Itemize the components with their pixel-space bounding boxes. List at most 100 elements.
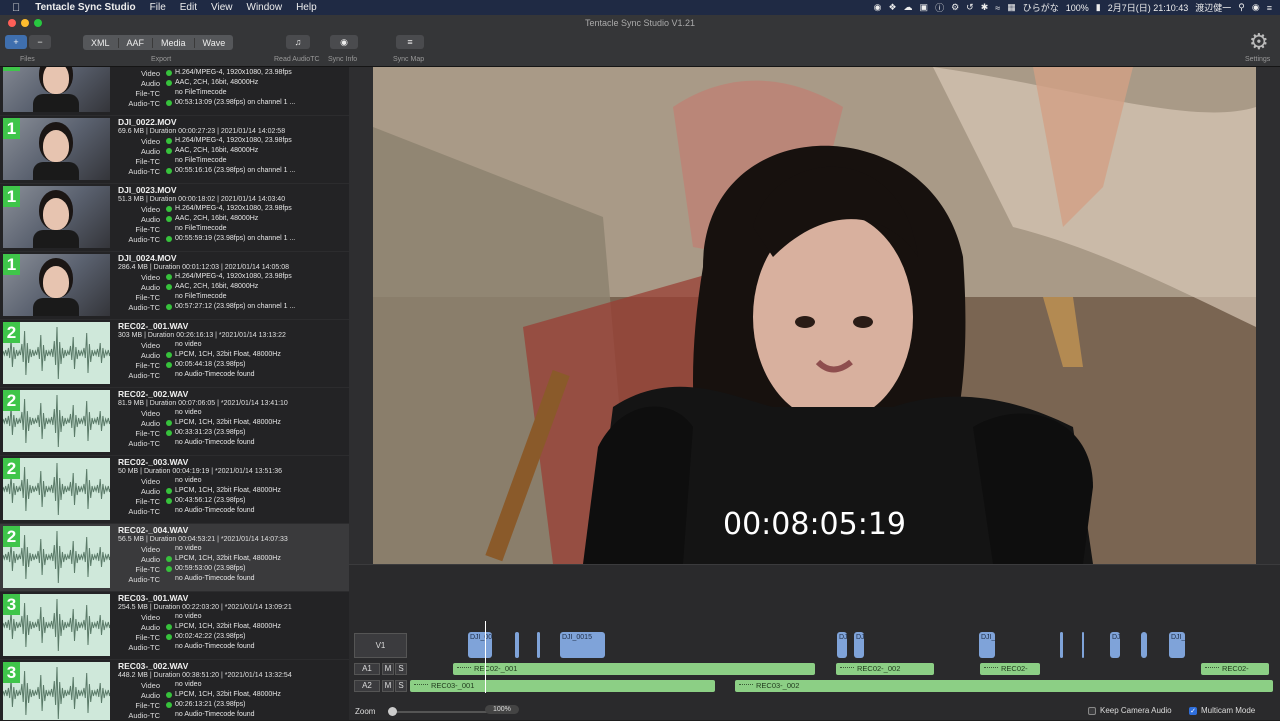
dropbox-icon[interactable]: ❖ (888, 2, 896, 13)
playhead[interactable] (485, 621, 486, 693)
audio-clip[interactable]: REC02- (980, 663, 1040, 675)
multicam-mode-checkbox[interactable]: ✓ Multicam Mode (1189, 706, 1255, 715)
menu-view[interactable]: View (204, 2, 240, 13)
file-field-text: 00:05:44:18 (23.98fps) (175, 361, 246, 368)
app-status-icon[interactable]: ▣ (920, 2, 929, 13)
file-field-text: no Audio-Timecode found (175, 507, 255, 514)
file-field-text: LPCM, 1CH, 32bit Float, 48000Hz (175, 351, 281, 358)
file-field-value: H.264/MPEG-4, 1920x1080, 23.98fps (166, 69, 292, 76)
audio-clip[interactable]: REC03-_001 (410, 680, 715, 692)
read-audio-tc-button[interactable]: ♫ (286, 35, 310, 49)
info-icon[interactable]: ⓘ (935, 1, 944, 14)
settings-label: Settings (1245, 56, 1271, 63)
file-field-label: Video (140, 545, 160, 554)
video-clip[interactable]: DJ (854, 632, 864, 658)
file-list-item[interactable]: 1 DJI_0022.MOV 69.6 MB | Duration 00:00:27… (0, 116, 349, 184)
file-field-label: Audio (140, 147, 160, 156)
track-a2-solo-button[interactable]: S (395, 680, 407, 692)
clock[interactable]: 2月7日(日) 21:10:43 (1108, 1, 1189, 14)
app-menu[interactable]: Tentacle Sync Studio (28, 2, 142, 13)
spotlight-icon[interactable]: ⚲ (1238, 2, 1245, 13)
file-list-item[interactable]: 1 DJI_0023.MOV 51.3 MB | Duration 00:00:18… (0, 184, 349, 252)
video-clip[interactable] (1060, 632, 1063, 658)
remove-files-button[interactable]: − (29, 35, 51, 49)
export-aaf-button[interactable]: AAF (119, 37, 154, 48)
video-clip[interactable]: DJI_0 (1169, 632, 1185, 658)
track-a1-solo-button[interactable]: S (395, 663, 407, 675)
track-a2-mute-button[interactable]: M (382, 680, 394, 692)
file-name: REC02-_001.WAV (118, 321, 189, 331)
track-a1-label[interactable]: A1 (354, 663, 380, 675)
file-list-item[interactable]: 2 REC02-_001.WAV 303 MB | Duration 00:26:1… (0, 320, 349, 388)
user-name[interactable]: 渡辺健一 (1195, 1, 1231, 14)
video-clip[interactable] (1141, 632, 1147, 658)
video-clip[interactable] (537, 632, 540, 658)
siri-icon[interactable]: ◉ (1252, 2, 1260, 13)
timeline: V1 A1 M S A2 M S DJI_0011 DJI_0015 DJ DJ… (349, 564, 1280, 720)
file-field-value: LPCM, 1CH, 32bit Float, 48000Hz (166, 419, 281, 426)
file-field-value: 00:33:31:23 (23.98fps) (166, 429, 245, 436)
file-list-item[interactable]: 1 DJI_0024.MOV 286.4 MB | Duration 00:01:1… (0, 252, 349, 320)
track-a1-mute-button[interactable]: M (382, 663, 394, 675)
creative-cloud-icon[interactable]: ◉ (874, 2, 882, 13)
track-v1-label[interactable]: V1 (354, 633, 407, 658)
file-list-item[interactable]: 2 REC02-_004.WAV 56.5 MB | Duration 00:04:… (0, 524, 349, 592)
file-list: 1 Video H.264/MPEG-4, 1920x1080, 23.98fps A… (0, 67, 349, 720)
file-field-label: File-TC (135, 361, 160, 370)
video-clip[interactable]: DJI_0015 (560, 632, 605, 658)
waveform-icon (840, 667, 854, 671)
menu-edit[interactable]: Edit (173, 2, 204, 13)
sync-map-button[interactable]: ≡ (396, 35, 424, 49)
group-badge: 2 (3, 458, 20, 479)
file-field-label: Video (140, 477, 160, 486)
audio-clip[interactable]: REC02-_001 (453, 663, 815, 675)
menu-window[interactable]: Window (240, 2, 290, 13)
file-field-value: no Audio-Timecode found (166, 575, 255, 582)
export-media-button[interactable]: Media (153, 37, 195, 48)
cloud-icon[interactable]: ☁ (904, 2, 913, 13)
file-name: REC02-_004.WAV (118, 525, 189, 535)
gear-status-icon[interactable]: ⚙ (951, 2, 959, 13)
keep-camera-audio-checkbox[interactable]: Keep Camera Audio (1088, 706, 1172, 715)
file-field-label: Audio-TC (128, 711, 160, 720)
audio-clip[interactable]: REC02- (1201, 663, 1269, 675)
track-a2-label[interactable]: A2 (354, 680, 380, 692)
file-list-item[interactable]: 2 REC02-_002.WAV 81.9 MB | Duration 00:07:… (0, 388, 349, 456)
bluetooth-icon[interactable]: ✱ (981, 2, 989, 13)
time-machine-icon[interactable]: ↺ (966, 2, 974, 13)
sync-info-button[interactable]: ◉ (330, 35, 358, 49)
video-clip[interactable]: DJI_0 (979, 632, 995, 658)
waveform-icon (984, 667, 998, 671)
add-files-button[interactable]: + (5, 35, 27, 49)
wifi-icon[interactable]: ≈ (995, 3, 1000, 13)
menu-file[interactable]: File (143, 2, 173, 13)
audio-waveform-thumbnail: 2 (3, 458, 110, 520)
video-clip[interactable]: DJI_0011 (468, 632, 492, 658)
video-clip[interactable]: DJ (1110, 632, 1120, 658)
file-field-value: 00:43:56:12 (23.98fps) (166, 497, 245, 504)
audio-clip[interactable]: REC03-_002 (735, 680, 1273, 692)
menu-help[interactable]: Help (289, 2, 324, 13)
file-field-value: AAC, 2CH, 16bit, 48000Hz (166, 147, 258, 154)
export-wave-button[interactable]: Wave (195, 38, 234, 48)
file-list-item[interactable]: 2 REC02-_003.WAV 50 MB | Duration 00:04:19… (0, 456, 349, 524)
ime-label[interactable]: ひらがな (1023, 1, 1059, 14)
audio-clip[interactable]: REC02-_002 (836, 663, 934, 675)
zoom-slider-track[interactable] (388, 707, 489, 716)
file-list-item[interactable]: 1 Video H.264/MPEG-4, 1920x1080, 23.98fps A… (0, 67, 349, 116)
zoom-slider-knob[interactable] (388, 707, 397, 716)
ime-icon[interactable]: ▦ (1007, 2, 1016, 13)
export-label: Export (151, 56, 172, 63)
apple-menu-icon[interactable]:  (0, 2, 28, 14)
battery-percent[interactable]: 100% (1066, 3, 1089, 13)
export-xml-button[interactable]: XML (83, 37, 119, 48)
file-list-item[interactable]: 3 REC03-_001.WAV 254.5 MB | Duration 00:22… (0, 592, 349, 660)
settings-gear-icon[interactable]: ⚙ (1249, 29, 1269, 55)
video-clip[interactable] (515, 632, 519, 658)
file-name: DJI_0022.MOV (118, 117, 177, 127)
file-list-item[interactable]: 3 REC03-_002.WAV 448.2 MB | Duration 00:38… (0, 660, 349, 720)
video-clip[interactable]: DJ (837, 632, 847, 658)
control-center-icon[interactable]: ≡ (1267, 3, 1272, 13)
file-meta: 81.9 MB | Duration 00:07:06:05 | *2021/0… (118, 400, 288, 407)
video-clip[interactable] (1082, 632, 1084, 658)
